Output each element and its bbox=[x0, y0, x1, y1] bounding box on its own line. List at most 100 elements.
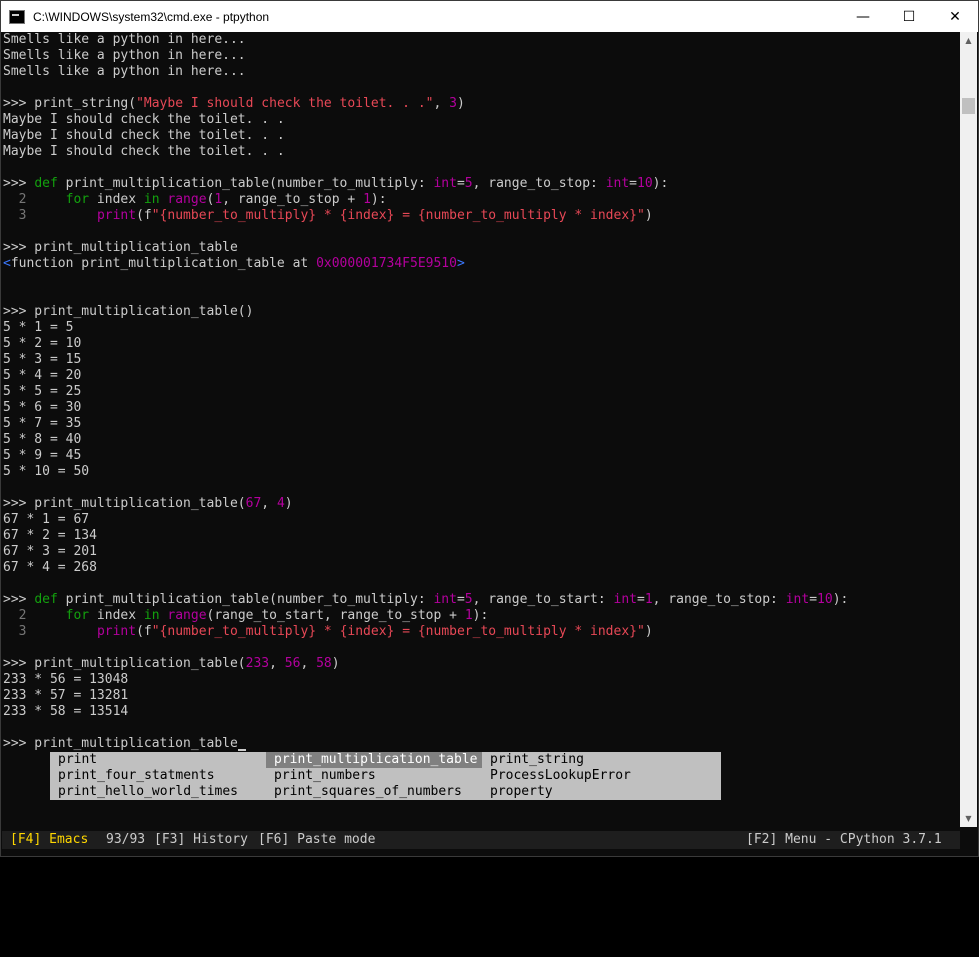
completion-item[interactable]: print_hello_world_times bbox=[50, 784, 266, 800]
terminal-text: 5 * 1 = 5 bbox=[3, 320, 74, 335]
terminal-text: range bbox=[167, 192, 207, 207]
terminal-line: >>> print_multiplication_table() bbox=[3, 304, 253, 320]
status-position: 93/93 bbox=[106, 832, 146, 847]
terminal-text: 10 bbox=[817, 592, 833, 607]
terminal-line: >>> print_multiplication_table(233, 56, … bbox=[3, 656, 340, 672]
terminal-line: 5 * 8 = 40 bbox=[3, 432, 81, 448]
status-paste-mode[interactable]: [F6] Paste mode bbox=[258, 831, 375, 849]
maximize-button[interactable]: ☐ bbox=[886, 1, 932, 32]
terminal-text: < bbox=[3, 256, 11, 271]
terminal-line: >>> print_multiplication_table(67, 4) bbox=[3, 496, 293, 512]
terminal-text: 2 bbox=[3, 192, 27, 207]
vertical-scrollbar[interactable]: ▲ ▼ bbox=[960, 32, 977, 827]
terminal-line: >>> print_multiplication_table bbox=[3, 736, 246, 752]
terminal-text: ): bbox=[472, 608, 489, 623]
terminal-text: int bbox=[613, 592, 637, 607]
terminal-text: 0x000001734F5E9510 bbox=[316, 256, 457, 271]
terminal-line: 67 * 3 = 201 bbox=[3, 544, 97, 560]
completion-item[interactable]: print bbox=[50, 752, 266, 768]
text-cursor bbox=[237, 749, 246, 751]
terminal-text: , bbox=[433, 96, 450, 111]
terminal-text: in bbox=[143, 192, 160, 207]
status-emacs-mode[interactable]: [F4] Emacs bbox=[10, 831, 88, 849]
terminal-text: 5 * 8 = 40 bbox=[3, 432, 82, 447]
terminal-text: 10 bbox=[637, 176, 653, 191]
terminal-line: 5 * 7 = 35 bbox=[3, 416, 81, 432]
terminal-text: 5 * 4 = 20 bbox=[3, 368, 82, 383]
terminal-text: 5 bbox=[464, 592, 473, 607]
terminal-text: 3 bbox=[449, 96, 457, 111]
terminal-text: Maybe I should check the toilet. . . bbox=[3, 128, 285, 143]
scrollbar-thumb[interactable] bbox=[962, 98, 975, 114]
completion-item[interactable]: property bbox=[482, 784, 698, 800]
terminal-line: 67 * 4 = 268 bbox=[3, 560, 97, 576]
close-button[interactable]: ✕ bbox=[932, 1, 978, 32]
terminal-text: , range_to_stop: bbox=[472, 176, 606, 191]
title-bar[interactable]: C:\WINDOWS\system32\cmd.exe - ptpython —… bbox=[1, 1, 978, 32]
terminal-text: print bbox=[96, 208, 137, 223]
terminal-text: = bbox=[809, 592, 818, 607]
terminal-line: 3 print(f"{number_to_multiply} * {index}… bbox=[3, 208, 653, 224]
terminal-text: print bbox=[96, 624, 137, 639]
terminal-line: 5 * 3 = 15 bbox=[3, 352, 81, 368]
terminal-text: Maybe I should check the toilet. . . bbox=[3, 112, 285, 127]
terminal-text: "Maybe I should check the toilet. . ." bbox=[136, 96, 434, 111]
terminal-text: 1 bbox=[363, 192, 371, 207]
terminal-text: > bbox=[456, 256, 465, 271]
terminal-text: "{number_to_multiply} * {index} = {numbe… bbox=[151, 208, 645, 223]
terminal-text: ): bbox=[652, 176, 669, 191]
scroll-down-arrow-icon[interactable]: ▼ bbox=[960, 810, 977, 827]
terminal-line: >>> print_string("Maybe I should check t… bbox=[3, 96, 465, 112]
terminal-text: 67 * 1 = 67 bbox=[3, 512, 90, 527]
terminal-text: def bbox=[34, 176, 58, 191]
terminal-text: >>> print_multiplication_table bbox=[3, 736, 238, 751]
terminal-line: 3 print(f"{number_to_multiply} * {index}… bbox=[3, 624, 653, 640]
completion-item[interactable]: print_numbers bbox=[266, 768, 482, 784]
terminal-text: ): bbox=[832, 592, 849, 607]
terminal-text: int bbox=[785, 592, 810, 607]
terminal-text: 56 bbox=[284, 656, 301, 671]
terminal-text: , range_to_start: bbox=[472, 592, 614, 607]
terminal-output[interactable]: Smells like a python in here... Smells li… bbox=[2, 32, 962, 827]
completion-item[interactable]: print_squares_of_numbers bbox=[266, 784, 482, 800]
terminal-line: 5 * 4 = 20 bbox=[3, 368, 81, 384]
completion-item[interactable]: ProcessLookupError bbox=[482, 768, 698, 784]
completion-item[interactable]: print_four_statments bbox=[50, 768, 266, 784]
terminal-text: , bbox=[269, 656, 285, 671]
minimize-button[interactable]: — bbox=[840, 1, 886, 32]
terminal-text: = bbox=[637, 592, 645, 607]
terminal-text: 5 bbox=[464, 176, 473, 191]
terminal-line: 2 for index in range(1, range_to_stop + … bbox=[3, 192, 387, 208]
terminal-line: Maybe I should check the toilet. . . bbox=[3, 144, 285, 160]
terminal-line: Smells like a python in here... bbox=[3, 48, 246, 64]
terminal-text: "{number_to_multiply} * {index} = {numbe… bbox=[151, 624, 645, 639]
scroll-up-arrow-icon[interactable]: ▲ bbox=[960, 32, 977, 49]
completion-item[interactable]: print_string bbox=[482, 752, 698, 768]
terminal-text: for bbox=[65, 192, 90, 207]
terminal-line: 2 for index in range(range_to_start, ran… bbox=[3, 608, 489, 624]
terminal-text: in bbox=[143, 608, 160, 623]
terminal-text: , bbox=[300, 656, 317, 671]
terminal-line: <function print_multiplication_table at … bbox=[3, 256, 465, 272]
terminal-text: ) bbox=[644, 208, 653, 223]
terminal-text: ) bbox=[284, 496, 293, 511]
terminal-text: 233 * 58 = 13514 bbox=[3, 704, 129, 719]
terminal-text: 5 * 7 = 35 bbox=[3, 416, 82, 431]
terminal-text: >>> bbox=[3, 592, 35, 607]
status-history[interactable]: [F3] History bbox=[154, 831, 248, 849]
status-menu[interactable]: [F2] Menu - CPython 3.7.1 bbox=[746, 831, 942, 849]
terminal-text: Smells like a python in here... bbox=[3, 64, 246, 79]
terminal-text: 233 * 56 = 13048 bbox=[3, 672, 129, 687]
completion-menu[interactable]: print print_four_statments print_hello_wor… bbox=[50, 752, 721, 800]
terminal-line: Maybe I should check the toilet. . . bbox=[3, 128, 285, 144]
terminal-text: int bbox=[433, 592, 457, 607]
terminal-text: range bbox=[167, 608, 207, 623]
terminal-text: print_multiplication_table(number_to_mul… bbox=[57, 592, 434, 607]
terminal-text: ) bbox=[331, 656, 340, 671]
terminal-text: 58 bbox=[316, 656, 332, 671]
completion-item[interactable]: print_multiplication_table bbox=[266, 752, 482, 768]
terminal-text: Maybe I should check the toilet. . . bbox=[3, 144, 285, 159]
terminal-text: 3 bbox=[3, 624, 27, 639]
terminal-text: 67 * 3 = 201 bbox=[3, 544, 97, 559]
